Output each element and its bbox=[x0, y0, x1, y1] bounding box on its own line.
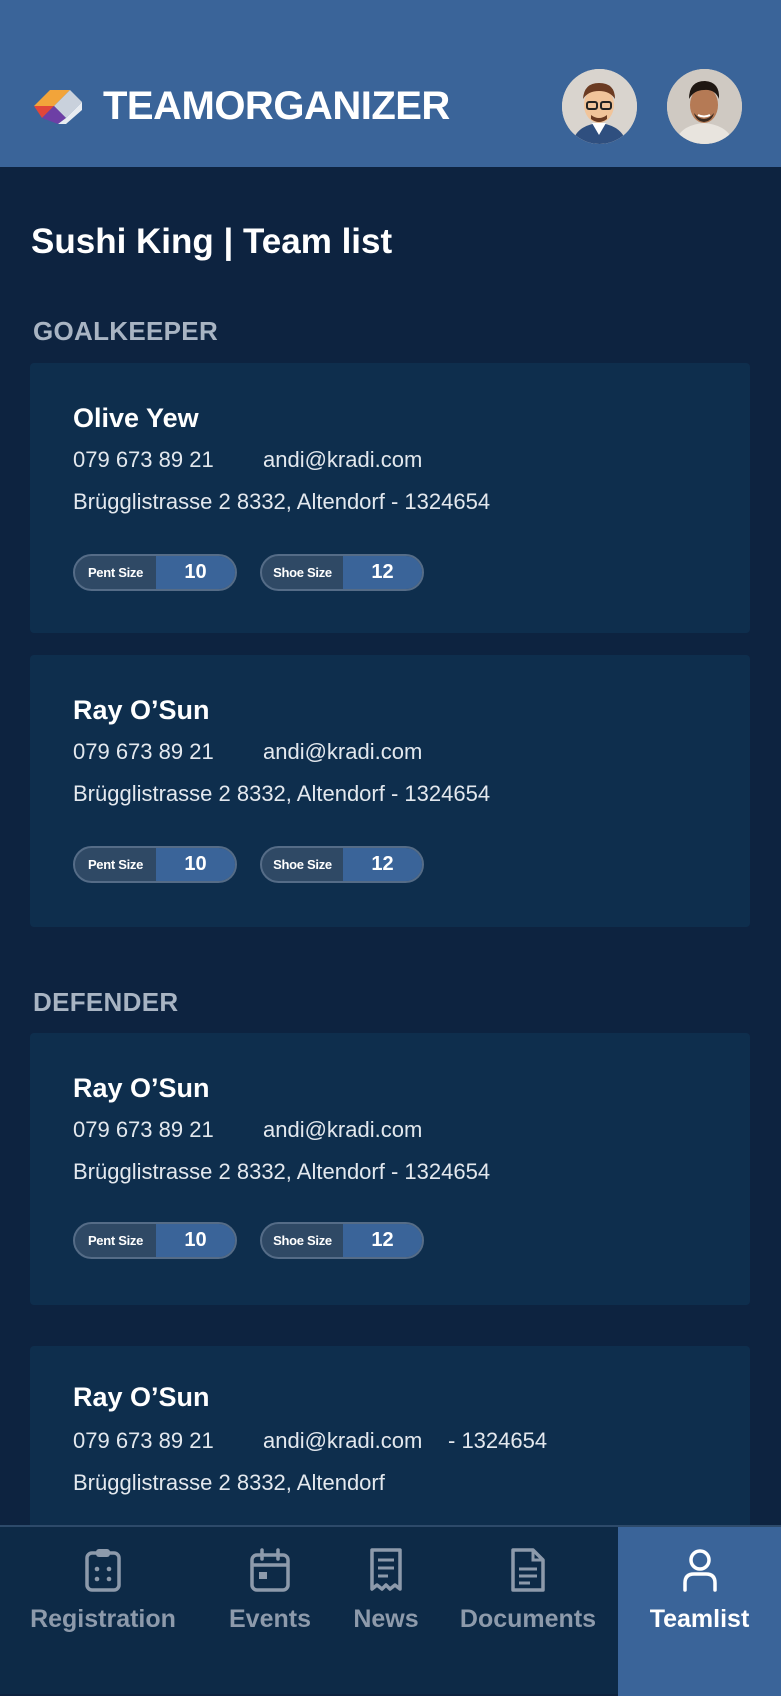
nav-item-teamlist[interactable]: Teamlist bbox=[618, 1527, 781, 1696]
player-phone[interactable]: 079 673 89 21 bbox=[73, 739, 214, 765]
pant-size-badge: Pent Size 10 bbox=[73, 846, 237, 883]
player-phone[interactable]: 079 673 89 21 bbox=[73, 1428, 214, 1454]
player-card[interactable]: Olive Yew 079 673 89 21 andi@kradi.com B… bbox=[30, 363, 750, 633]
document-icon bbox=[511, 1548, 545, 1592]
nav-item-documents[interactable]: Documents bbox=[448, 1527, 608, 1696]
calendar-icon bbox=[250, 1548, 290, 1592]
player-name: Olive Yew bbox=[73, 403, 199, 433]
nav-label: News bbox=[353, 1605, 419, 1633]
shoe-size-label: Shoe Size bbox=[273, 857, 332, 872]
pant-size-value: 10 bbox=[156, 1224, 235, 1257]
pant-size-badge: Pent Size 10 bbox=[73, 554, 237, 591]
player-phone[interactable]: 079 673 89 21 bbox=[73, 447, 214, 473]
app-brand: TEAMORGANIZER bbox=[103, 84, 450, 128]
page-title: Sushi King | Team list bbox=[31, 222, 393, 261]
pant-size-badge: Pent Size 10 bbox=[73, 1222, 237, 1259]
nav-item-events[interactable]: Events bbox=[210, 1527, 330, 1696]
shoe-size-badge: Shoe Size 12 bbox=[260, 1222, 424, 1259]
player-email[interactable]: andi@kradi.com bbox=[263, 447, 422, 473]
shoe-size-value: 12 bbox=[343, 848, 422, 881]
bottom-nav: Registration Events News Documents Teaml… bbox=[0, 1525, 781, 1696]
pant-size-label: Pent Size bbox=[87, 565, 144, 580]
user-icon bbox=[682, 1549, 717, 1592]
nav-label: Registration bbox=[30, 1605, 176, 1633]
avatar[interactable] bbox=[667, 69, 742, 144]
nav-label: Teamlist bbox=[649, 1605, 750, 1633]
player-card[interactable]: Ray O’Sun 079 673 89 21 andi@kradi.com B… bbox=[30, 1033, 750, 1305]
player-card[interactable]: Ray O’Sun 079 673 89 21 andi@kradi.com B… bbox=[30, 655, 750, 927]
shoe-size-value: 12 bbox=[343, 556, 422, 589]
shoe-size-label: Shoe Size bbox=[273, 565, 332, 580]
nav-label: Events bbox=[229, 1605, 311, 1633]
player-name: Ray O’Sun bbox=[73, 1073, 210, 1103]
receipt-icon bbox=[370, 1548, 402, 1591]
player-email[interactable]: andi@kradi.com bbox=[263, 1117, 422, 1143]
pant-size-value: 10 bbox=[156, 556, 235, 589]
shoe-size-value: 12 bbox=[343, 1224, 422, 1257]
pant-size-value: 10 bbox=[156, 848, 235, 881]
nav-item-registration[interactable]: Registration bbox=[18, 1527, 188, 1696]
shoe-size-badge: Shoe Size 12 bbox=[260, 846, 424, 883]
player-address: Brügglistrasse 2 8332, Altendorf - 13246… bbox=[73, 489, 491, 514]
shoe-size-label: Shoe Size bbox=[273, 1233, 332, 1248]
player-name: Ray O’Sun bbox=[73, 695, 210, 725]
section-label-goalkeeper: GOALKEEPER bbox=[33, 316, 219, 346]
player-email[interactable]: andi@kradi.com bbox=[263, 1428, 422, 1454]
section-label-defender: DEFENDER bbox=[33, 987, 179, 1017]
player-number: - 1324654 bbox=[448, 1428, 548, 1453]
player-email[interactable]: andi@kradi.com bbox=[263, 739, 422, 765]
shoe-size-badge: Shoe Size 12 bbox=[260, 554, 424, 591]
player-address: Brügglistrasse 2 8332, Altendorf bbox=[73, 1470, 385, 1495]
player-name: Ray O’Sun bbox=[73, 1382, 210, 1412]
cartoon-avatar-icon bbox=[562, 69, 637, 144]
teamorganizer-logo-icon bbox=[34, 90, 82, 124]
app-header: TEAMORGANIZER bbox=[0, 0, 781, 167]
player-phone[interactable]: 079 673 89 21 bbox=[73, 1117, 214, 1143]
pant-size-label: Pent Size bbox=[87, 1233, 144, 1248]
avatar[interactable] bbox=[562, 69, 637, 144]
user-photo-icon bbox=[667, 69, 742, 144]
nav-item-news[interactable]: News bbox=[340, 1527, 432, 1696]
clipboard-icon bbox=[85, 1549, 121, 1592]
nav-label: Documents bbox=[459, 1605, 597, 1633]
player-address: Brügglistrasse 2 8332, Altendorf - 13246… bbox=[73, 1159, 491, 1184]
player-card[interactable]: Ray O’Sun 079 673 89 21 andi@kradi.com -… bbox=[30, 1346, 750, 1546]
pant-size-label: Pent Size bbox=[87, 857, 144, 872]
player-address: Brügglistrasse 2 8332, Altendorf - 13246… bbox=[73, 781, 491, 806]
